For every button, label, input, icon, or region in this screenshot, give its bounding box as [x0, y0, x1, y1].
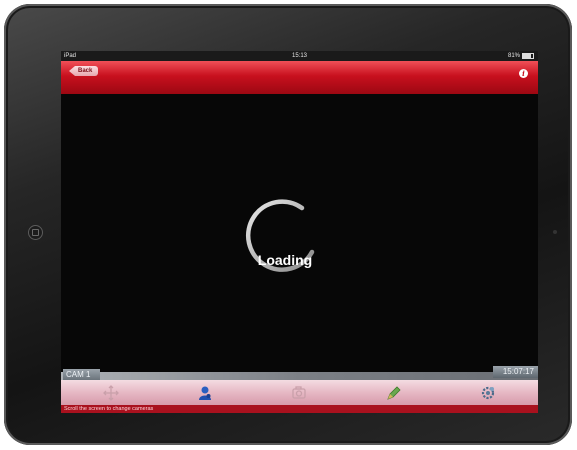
camera-info-strip — [61, 372, 538, 380]
camera-video-area[interactable]: Loading — [61, 94, 538, 372]
battery-indicator: 81% — [508, 51, 534, 61]
ptz-move-icon[interactable] — [102, 384, 120, 402]
settings-icon[interactable] — [479, 384, 497, 402]
camera-name-label: CAM 1 — [63, 369, 101, 380]
user-icon[interactable] — [196, 384, 214, 402]
navigation-bar: Back i — [61, 61, 538, 95]
bottom-toolbar — [61, 380, 538, 405]
front-camera — [553, 230, 557, 234]
back-button[interactable]: Back — [69, 66, 99, 76]
ipad-device: iPad 15:13 81% Back i Loading CAM 1 15:0… — [4, 4, 572, 445]
hint-message: Scroll the screen to change cameras — [61, 405, 538, 413]
info-icon[interactable]: i — [519, 69, 528, 78]
battery-icon — [522, 53, 534, 59]
status-bar: iPad 15:13 81% — [61, 51, 538, 61]
app-screen: iPad 15:13 81% Back i Loading CAM 1 15:0… — [61, 51, 538, 413]
status-time: 15:13 — [291, 53, 307, 59]
camera-switch-icon[interactable] — [290, 384, 308, 402]
home-button[interactable] — [28, 225, 43, 240]
camera-time-label: 15:07:17 — [492, 366, 538, 378]
loading-label: Loading — [257, 252, 313, 268]
edit-pen-icon[interactable] — [385, 384, 403, 402]
battery-percent: 81% — [507, 53, 520, 59]
